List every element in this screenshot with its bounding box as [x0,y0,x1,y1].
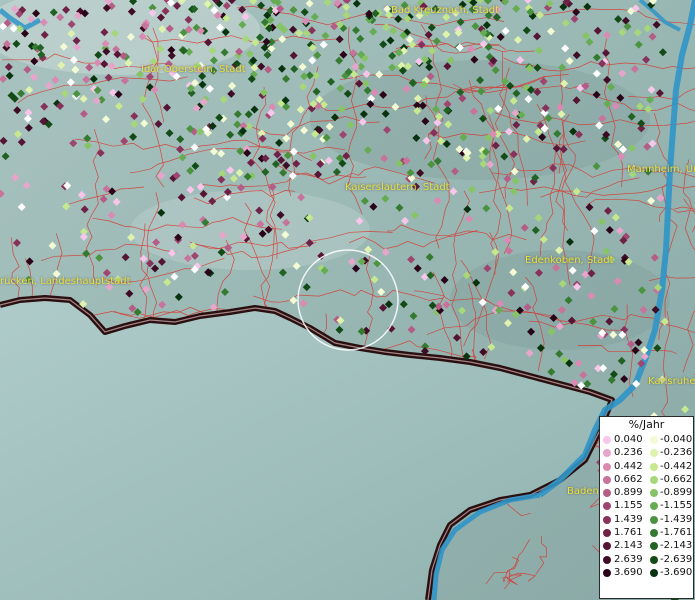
town-label-bad-kreuznach: Bad Kreuznach, Stadt [391,5,500,16]
legend-swatch-negative [650,515,658,524]
legend-swatch-positive [603,568,611,577]
legend: %/Jahr 0.040 -0.040 0.236 -0.236 0.442 -0.442… [599,416,694,599]
legend-row: 3.690 -3.690 [600,566,693,579]
legend-row: 0.442 -0.442 [600,460,693,473]
legend-swatch-positive [603,502,611,511]
legend-row: 0.899 -0.899 [600,486,693,499]
legend-value-positive: 1.439 [614,513,643,525]
legend-swatch-positive [603,555,611,564]
legend-value-positive: 0.899 [614,487,643,499]
legend-row: 0.236 -0.236 [600,446,693,459]
legend-value-negative: -0.899 [660,487,693,499]
town-label-baden: Baden [567,486,599,497]
legend-row: 1.155 -1.155 [600,499,693,512]
legend-swatch-positive [603,475,611,484]
legend-swatch-negative [650,568,658,577]
legend-swatch-negative [650,475,658,484]
legend-swatch-negative [650,555,658,564]
legend-swatch-positive [603,462,611,471]
legend-value-positive: 1.761 [614,527,643,539]
legend-swatch-positive [603,436,611,444]
legend-swatch-negative [650,542,658,551]
legend-value-negative: -0.662 [660,473,693,485]
legend-value-negative: -3.690 [660,566,693,578]
legend-value-positive: 0.236 [614,447,643,459]
legend-value-positive: 1.155 [614,500,643,512]
legend-value-negative: -1.155 [660,500,693,512]
legend-swatch-negative [650,502,658,511]
town-label-karlsruhe: Karlsruhe [648,376,695,387]
map-canvas[interactable] [0,0,695,600]
legend-value-negative: -1.761 [660,527,693,539]
town-label-saarbruecken: rücken, Landeshauptstadt [0,276,131,287]
legend-swatch-negative [650,489,658,498]
legend-swatch-negative [650,436,658,444]
legend-swatch-negative [650,449,658,458]
legend-row: 2.639 -2.639 [600,553,693,566]
legend-row: 1.761 -1.761 [600,526,693,539]
legend-swatch-positive [603,515,611,524]
legend-value-positive: 0.040 [614,434,643,445]
legend-title: %/Jahr [628,418,665,431]
legend-row: 0.662 -0.662 [600,473,693,486]
town-label-kaiserslautern: Kaiserslautern, Stadt [345,182,450,193]
town-label-mannheim: Mannheim, Un [627,164,695,175]
legend-swatch-negative [650,462,658,471]
legend-value-negative: -0.236 [660,447,693,459]
legend-value-negative: -2.639 [660,553,693,565]
legend-value-positive: 2.639 [614,553,643,565]
legend-swatch-positive [603,489,611,498]
legend-value-positive: 2.143 [614,540,643,552]
town-label-edenkoben: Edenkoben, Stadt [525,255,614,266]
legend-row: 1.439 -1.439 [600,513,693,526]
legend-value-negative: -1.439 [660,513,693,525]
legend-value-positive: 0.442 [614,460,643,472]
legend-value-negative: -2.143 [660,540,693,552]
legend-row: 0.040 -0.040 [600,433,693,446]
legend-swatch-negative [650,529,658,538]
legend-value-negative: -0.442 [660,460,693,472]
legend-value-positive: 3.690 [614,566,643,578]
legend-row: 2.143 -2.143 [600,539,693,552]
town-label-idar-oberstein: Idar-Oberstein, Stadt [141,64,246,75]
legend-swatch-positive [603,542,611,551]
legend-swatch-positive [603,449,611,458]
legend-value-negative: -0.040 [660,434,693,445]
legend-swatch-positive [603,529,611,538]
legend-value-positive: 0.662 [614,473,643,485]
